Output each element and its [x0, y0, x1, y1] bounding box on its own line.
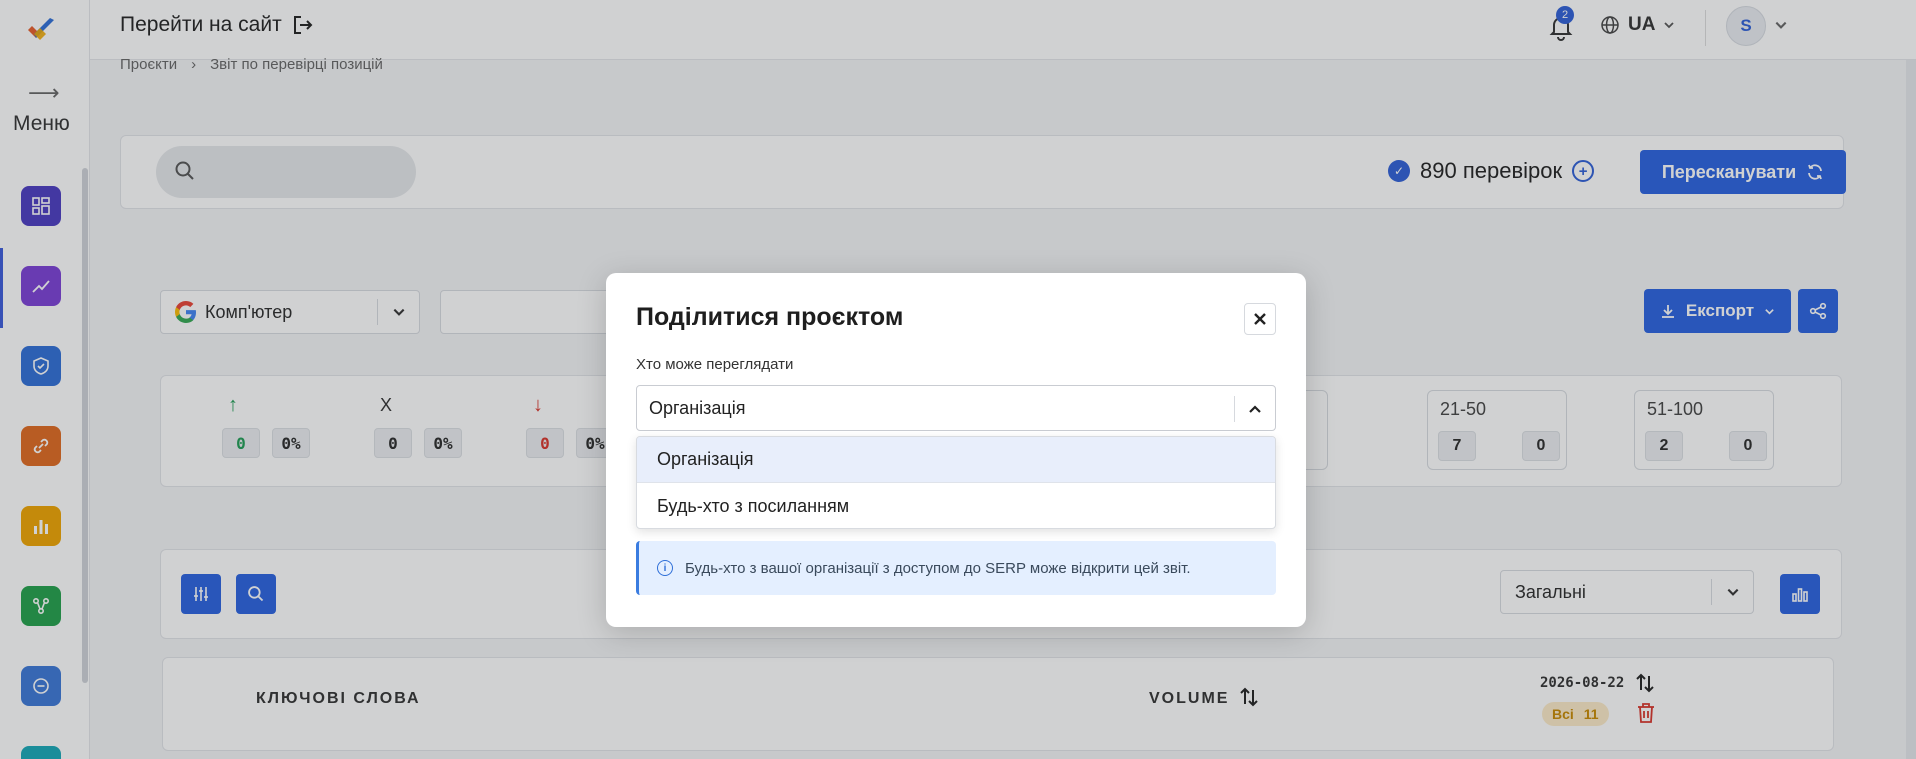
share-project-modal: Поділитися проєктом Хто може переглядати…: [606, 273, 1306, 627]
modal-title: Поділитися проєктом: [636, 303, 904, 331]
info-alert: i Будь-хто з вашої організації з доступо…: [636, 541, 1276, 595]
visibility-field-label: Хто може переглядати: [636, 356, 794, 373]
select-divider: [1234, 396, 1235, 422]
visibility-dropdown: Організація Будь-хто з посиланням: [636, 436, 1276, 529]
info-icon: i: [657, 560, 673, 576]
visibility-select-value: Організація: [649, 397, 746, 418]
info-text: Будь-хто з вашої організації з доступом …: [685, 559, 1191, 577]
chevron-up-icon: [1249, 405, 1261, 413]
close-button[interactable]: [1244, 303, 1276, 335]
close-icon: [1254, 313, 1266, 325]
option-anyone-with-link[interactable]: Будь-хто з посиланням: [637, 483, 1275, 528]
visibility-select[interactable]: Організація: [636, 385, 1276, 431]
option-organization[interactable]: Організація: [637, 437, 1275, 483]
